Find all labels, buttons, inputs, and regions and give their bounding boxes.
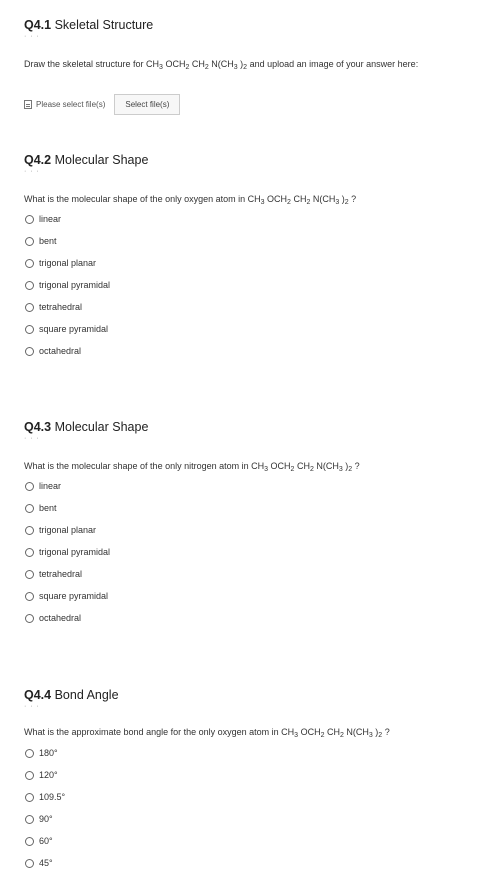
radio-button[interactable] (25, 258, 34, 268)
q2-points-placeholder: · · · (24, 168, 40, 175)
q4-option-60[interactable]: 60° (25, 836, 53, 846)
radio-button[interactable] (25, 613, 34, 623)
q2-option-octahedral[interactable]: octahedral (25, 346, 81, 356)
select-files-button[interactable]: Select file(s) (114, 94, 181, 115)
q4-option-45[interactable]: 45° (25, 858, 53, 868)
q4-option-109-5[interactable]: 109.5° (25, 792, 65, 802)
q2-option-linear[interactable]: linear (25, 214, 61, 224)
radio-button[interactable] (25, 569, 34, 579)
q3-number: Q4.3 (24, 420, 52, 434)
q1-upload-row: Please select file(s) Select file(s) (24, 94, 181, 115)
q3-option-linear[interactable]: linear (25, 481, 61, 491)
radio-button[interactable] (25, 525, 34, 535)
q1-question: Draw the skeletal structure for CH3 OCH2… (24, 59, 419, 71)
radio-button[interactable] (25, 302, 34, 312)
q4-title: Q4.4 Bond Angle (24, 688, 119, 702)
q2-option-tetrahedral[interactable]: tetrahedral (25, 302, 82, 312)
q3-option-square-pyramidal[interactable]: square pyramidal (25, 591, 108, 601)
q3-option-octahedral[interactable]: octahedral (25, 613, 81, 623)
radio-button[interactable] (25, 836, 34, 846)
q3-title: Q4.3 Molecular Shape (24, 420, 148, 434)
q4-option-90[interactable]: 90° (25, 814, 53, 824)
radio-button[interactable] (25, 858, 34, 868)
q2-title: Q4.2 Molecular Shape (24, 153, 148, 167)
q1-title: Q4.1 Skeletal Structure (24, 18, 153, 32)
q3-heading: Molecular Shape (54, 420, 149, 434)
q3-question: What is the molecular shape of the only … (24, 461, 360, 473)
q1-heading: Skeletal Structure (54, 18, 154, 32)
q2-option-trigonal-pyramidal[interactable]: trigonal pyramidal (25, 280, 110, 290)
q2-question: What is the molecular shape of the only … (24, 194, 357, 206)
q4-number: Q4.4 (24, 688, 52, 702)
q3-option-trigonal-planar[interactable]: trigonal planar (25, 525, 96, 535)
q2-option-trigonal-planar[interactable]: trigonal planar (25, 258, 96, 268)
q2-number: Q4.2 (24, 153, 52, 167)
radio-button[interactable] (25, 346, 34, 356)
q4-option-180[interactable]: 180° (25, 748, 58, 758)
q1-file-status: Please select file(s) (36, 100, 106, 109)
q3-option-bent[interactable]: bent (25, 503, 57, 513)
radio-button[interactable] (25, 481, 34, 491)
radio-button[interactable] (25, 591, 34, 601)
q2-heading: Molecular Shape (54, 153, 149, 167)
q2-option-bent[interactable]: bent (25, 236, 57, 246)
radio-button[interactable] (25, 214, 34, 224)
q1-points-placeholder: · · · (24, 33, 40, 40)
radio-button[interactable] (25, 236, 34, 246)
radio-button[interactable] (25, 792, 34, 802)
q3-option-trigonal-pyramidal[interactable]: trigonal pyramidal (25, 547, 110, 557)
q2-option-square-pyramidal[interactable]: square pyramidal (25, 324, 108, 334)
q4-option-120[interactable]: 120° (25, 770, 58, 780)
q4-points-placeholder: · · · (24, 703, 40, 710)
file-icon (24, 100, 32, 109)
radio-button[interactable] (25, 280, 34, 290)
radio-button[interactable] (25, 324, 34, 334)
radio-button[interactable] (25, 770, 34, 780)
q3-option-tetrahedral[interactable]: tetrahedral (25, 569, 82, 579)
q4-heading: Bond Angle (54, 688, 119, 702)
radio-button[interactable] (25, 748, 34, 758)
q1-number: Q4.1 (24, 18, 52, 32)
q4-question: What is the approximate bond angle for t… (24, 727, 390, 739)
radio-button[interactable] (25, 547, 34, 557)
radio-button[interactable] (25, 503, 34, 513)
radio-button[interactable] (25, 814, 34, 824)
q3-points-placeholder: · · · (24, 435, 40, 442)
